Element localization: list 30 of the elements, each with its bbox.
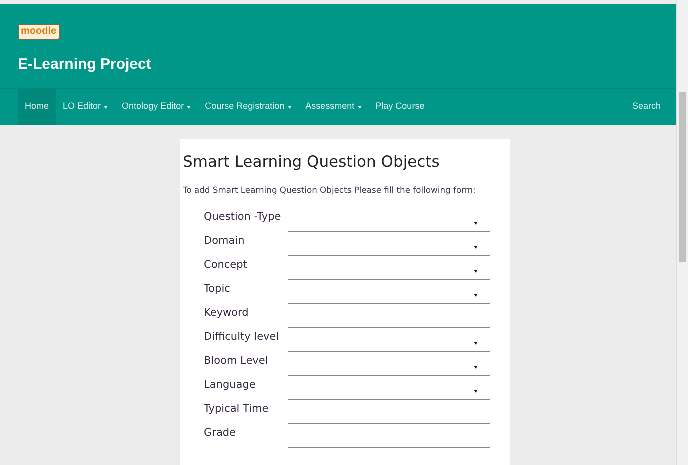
nav-link[interactable]: LO Editor [56, 89, 116, 125]
caret-icon [474, 366, 478, 370]
nav-link[interactable]: Ontology Editor [115, 89, 198, 125]
nav-link[interactable]: Home [18, 89, 56, 125]
caret-icon [474, 270, 478, 274]
form-title: Smart Learning Question Objects [183, 153, 441, 172]
scrollbar-thumb[interactable] [679, 92, 686, 262]
search-link[interactable]: Search [625, 89, 668, 125]
nav-link[interactable]: Assessment [298, 89, 369, 125]
caret-icon [474, 246, 478, 250]
field-label: Keyword [204, 306, 250, 320]
field-label: Typical Time [204, 402, 270, 416]
logo[interactable]: moodle [18, 24, 60, 40]
caret-icon [474, 342, 478, 346]
field-label: Bloom Level [204, 354, 270, 368]
field-label: Language [204, 378, 257, 392]
caret-icon [474, 222, 478, 226]
nav-link[interactable]: Play Course [368, 89, 432, 125]
field-label: Concept [204, 258, 248, 272]
caret-icon [474, 294, 478, 298]
field-label: Grade [204, 426, 238, 440]
field-label: Domain [204, 234, 246, 248]
field-label: Topic [204, 282, 232, 296]
field-label: Difficulty level [204, 330, 280, 344]
nav-link[interactable]: Course Registration [198, 89, 299, 125]
form-intro: To add Smart Learning Question Objects Please fill the following form: [183, 184, 477, 196]
field-label: Question -Type [204, 210, 282, 224]
scrollbar[interactable] [676, 0, 688, 465]
caret-icon [474, 390, 478, 394]
site-title: E-Learning Project [18, 55, 152, 75]
